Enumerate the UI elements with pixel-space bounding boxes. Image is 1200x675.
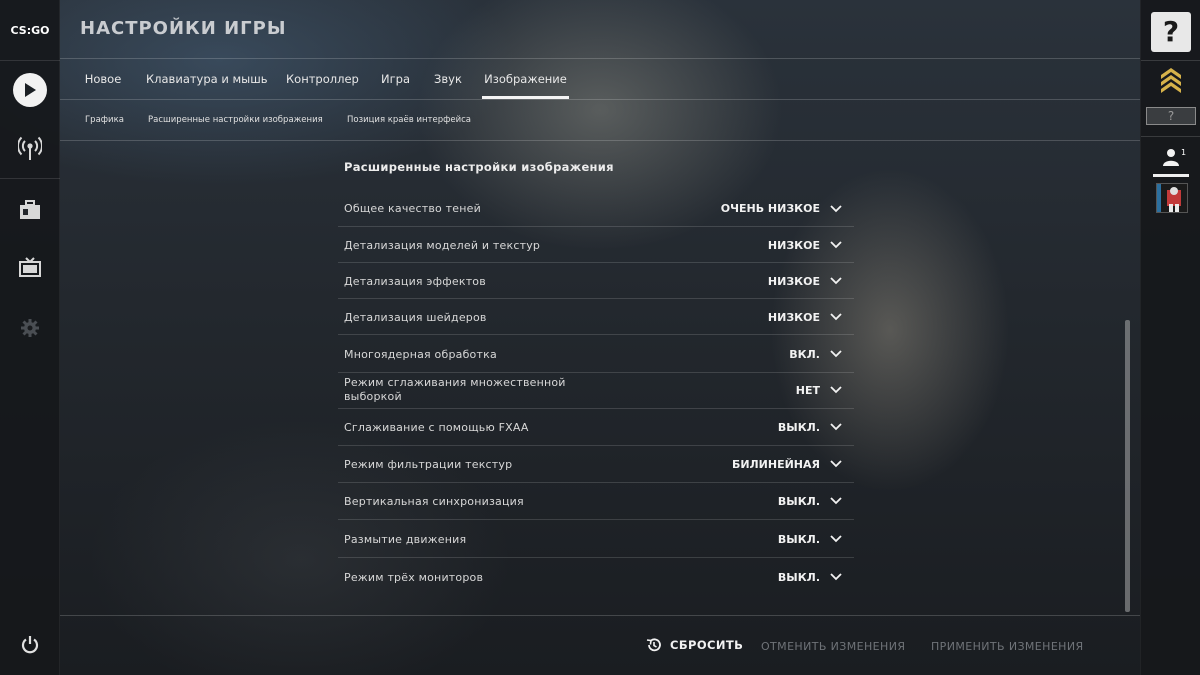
setting-value: НИЗКОЕ <box>767 275 820 288</box>
sidebar-item-inventory[interactable] <box>0 180 60 240</box>
setting-value: НЕТ <box>795 384 820 397</box>
chevron-down-icon <box>830 535 842 543</box>
setting-row-multicore-rendering[interactable]: Многоядерная обработка ВКЛ. <box>338 335 854 373</box>
reset-button[interactable]: СБРОСИТЬ <box>646 634 743 656</box>
chevron-down-icon <box>830 497 842 505</box>
chevron-down-icon <box>830 241 842 249</box>
csgo-logo[interactable]: CS:GO <box>0 18 60 44</box>
setting-value: ВЫКЛ. <box>777 571 820 584</box>
power-icon <box>21 636 39 654</box>
setting-row-vsync[interactable]: Вертикальная синхронизация ВЫКЛ. <box>338 483 854 520</box>
avatar-image <box>1161 184 1187 212</box>
tab-video[interactable]: Изображение <box>482 59 569 100</box>
gear-icon <box>21 319 39 337</box>
chevron-down-icon <box>830 460 842 468</box>
setting-value: ОЧЕНЬ НИЗКОЕ <box>720 202 820 215</box>
subtab-advanced-video[interactable]: Расширенные настройки изображения <box>148 100 323 140</box>
setting-value: ВКЛ. <box>789 348 820 361</box>
setting-label: Детализация моделей и текстур <box>344 239 541 252</box>
antenna-icon <box>18 136 42 160</box>
reset-label: СБРОСИТЬ <box>670 638 744 652</box>
divider <box>60 140 1140 141</box>
setting-value: НИЗКОЕ <box>767 311 820 324</box>
avatar[interactable] <box>1156 183 1188 213</box>
setting-value: НИЗКОЕ <box>767 239 820 252</box>
subtab-graphics[interactable]: Графика <box>85 100 124 140</box>
left-sidebar: CS:GO <box>0 0 60 675</box>
help-button[interactable]: ? <box>1151 12 1191 52</box>
setting-value: ВЫКЛ. <box>777 421 820 434</box>
setting-label: Детализация шейдеров <box>344 311 487 324</box>
chevron-down-icon <box>830 313 842 321</box>
setting-label: Режим фильтрации текстур <box>344 458 513 471</box>
right-sidebar: ? ? 1 <box>1140 0 1200 675</box>
footer-bar: СБРОСИТЬ ОТМЕНИТЬ ИЗМЕНЕНИЯ ПРИМЕНИТЬ ИЗ… <box>60 616 1140 675</box>
apply-changes-button[interactable]: ПРИМЕНИТЬ ИЗМЕНЕНИЯ <box>931 640 1084 653</box>
subtab-hud-edge-position[interactable]: Позиция краёв интерфейса <box>347 100 471 140</box>
setting-label: Режим сглаживания множественной выборкой <box>344 376 566 403</box>
setting-row-texture-filtering[interactable]: Режим фильтрации текстур БИЛИНЕЙНАЯ <box>338 446 854 483</box>
chevron-down-icon <box>830 277 842 285</box>
rank-chevrons-icon[interactable] <box>1159 66 1183 94</box>
setting-row-triple-monitor[interactable]: Режим трёх мониторов ВЫКЛ. <box>338 558 854 595</box>
chevron-down-icon <box>830 350 842 358</box>
tv-icon <box>19 257 41 277</box>
sidebar-item-quit[interactable] <box>0 615 60 675</box>
sidebar-item-broadcast[interactable] <box>0 118 60 178</box>
setting-row-shadow-quality[interactable]: Общее качество теней ОЧЕНЬ НИЗКОЕ <box>338 190 854 227</box>
active-indicator <box>1153 174 1189 177</box>
setting-label: Размытие движения <box>344 533 467 546</box>
tab-game[interactable]: Игра <box>381 59 410 100</box>
tab-controller[interactable]: Контроллер <box>286 59 359 100</box>
setting-label: Многоядерная обработка <box>344 348 497 361</box>
divider <box>1141 136 1200 137</box>
setting-label: Сглаживание с помощью FXAA <box>344 421 529 434</box>
setting-row-effect-detail[interactable]: Детализация эффектов НИЗКОЕ <box>338 263 854 299</box>
chevron-down-icon <box>830 423 842 431</box>
chevron-down-icon <box>830 386 842 394</box>
setting-value: БИЛИНЕЙНАЯ <box>731 458 820 471</box>
cancel-changes-button[interactable]: ОТМЕНИТЬ ИЗМЕНЕНИЯ <box>761 640 905 653</box>
divider <box>1141 60 1200 61</box>
chevron-down-icon <box>830 573 842 581</box>
tab-new[interactable]: Новое <box>84 59 122 100</box>
friends-button[interactable] <box>1141 140 1200 176</box>
tab-audio[interactable]: Звук <box>434 59 462 100</box>
sub-tabs: Графика Расширенные настройки изображени… <box>60 100 1140 140</box>
section-title: Расширенные настройки изображения <box>344 160 614 174</box>
setting-row-fxaa[interactable]: Сглаживание с помощью FXAA ВЫКЛ. <box>338 409 854 446</box>
setting-row-motion-blur[interactable]: Размытие движения ВЫКЛ. <box>338 520 854 558</box>
friends-count: 1 <box>1181 148 1187 157</box>
user-icon <box>1163 149 1179 166</box>
page-title: НАСТРОЙКИ ИГРЫ <box>80 18 287 39</box>
setting-label: Общее качество теней <box>344 202 481 215</box>
setting-row-shader-detail[interactable]: Детализация шейдеров НИЗКОЕ <box>338 299 854 335</box>
setting-label: Вертикальная синхронизация <box>344 495 524 508</box>
scrollbar[interactable] <box>1125 320 1130 612</box>
setting-value: ВЫКЛ. <box>777 495 820 508</box>
setting-row-msaa-mode[interactable]: Режим сглаживания множественной выборкой… <box>338 373 854 409</box>
sidebar-item-watch[interactable] <box>0 238 60 298</box>
chevron-down-icon <box>830 205 842 213</box>
sidebar-item-play[interactable] <box>0 60 60 120</box>
briefcase-icon <box>20 200 40 219</box>
setting-label: Режим трёх мониторов <box>344 571 484 584</box>
setting-value: ВЫКЛ. <box>777 533 820 546</box>
tab-keyboard-mouse[interactable]: Клавиатура и мышь <box>146 59 268 100</box>
setting-label: Детализация эффектов <box>344 275 486 288</box>
competitive-rank-badge[interactable]: ? <box>1146 107 1196 125</box>
sidebar-divider <box>0 178 60 179</box>
reset-icon <box>646 638 661 652</box>
setting-row-model-texture-detail[interactable]: Детализация моделей и текстур НИЗКОЕ <box>338 227 854 263</box>
main-tabs: Новое Клавиатура и мышь Контроллер Игра … <box>60 59 1140 100</box>
sidebar-item-settings[interactable] <box>0 298 60 358</box>
play-icon <box>13 73 47 107</box>
